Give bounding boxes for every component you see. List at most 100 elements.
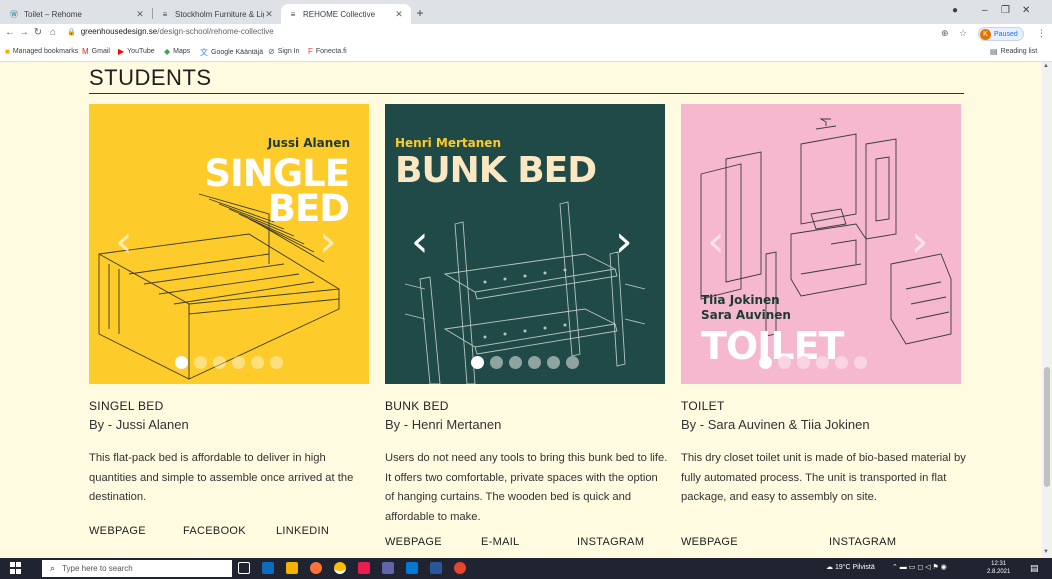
carousel-next-icon[interactable]: › [911,216,929,267]
bookmark-youtube[interactable]: ▶ YouTube [118,47,155,56]
carousel-dot-active[interactable] [471,356,484,369]
carousel-dot-active[interactable] [759,356,772,369]
bookmark-signin[interactable]: ⊘ Sign In [268,47,300,56]
reading-list-button[interactable]: ▤ Reading list [990,47,1037,56]
bookmark-label: Maps [173,48,191,55]
maximize-icon[interactable]: ❐ [1001,5,1010,16]
site-favicon-icon: ≡ [162,9,168,19]
card-image-single-bed[interactable]: Jussi Alanen SINGLE BED ‹ › [89,104,369,384]
carousel-prev-icon[interactable]: ‹ [411,216,429,267]
bookmark-star-icon[interactable]: ☆ [959,28,967,39]
carousel-prev-icon[interactable]: ‹ [707,216,725,267]
carousel-next-icon[interactable]: › [615,216,633,267]
carousel-dot[interactable] [509,356,522,369]
carousel-dot[interactable] [566,356,579,369]
carousel-dot-active[interactable] [175,356,188,369]
close-window-icon[interactable]: ✕ [1022,5,1030,16]
carousel-dot[interactable] [835,356,848,369]
bookmark-fonecta[interactable]: F Fonecta.fi [308,47,347,56]
close-tab-icon[interactable]: ✕ [135,9,145,20]
notifications-icon[interactable]: ▤ [1030,563,1039,574]
email-link[interactable]: E-MAIL [481,536,519,548]
back-icon[interactable]: ← [4,27,16,38]
bookmark-label: YouTube [127,48,155,55]
gmail-icon: M [82,47,89,56]
image-author-line: Tiia Jokinen [701,293,780,307]
home-icon[interactable]: ⌂ [47,27,59,38]
carousel-dot[interactable] [854,356,867,369]
carousel-dot[interactable] [490,356,503,369]
forward-icon[interactable]: → [18,27,30,38]
bookmark-translate[interactable]: 文 Google Kääntäjä [200,47,263,58]
new-tab-button[interactable]: + [413,6,427,20]
windows-taskbar: ⌕ Type here to search ☁ 19°C Pilvistä ⌃ … [0,558,1052,579]
firefox-icon[interactable] [310,562,322,574]
carousel-dot[interactable] [816,356,829,369]
carousel-dot[interactable] [528,356,541,369]
carousel-dot[interactable] [270,356,283,369]
card-image-bunk-bed[interactable]: Henri Mertanen BUNK BED ‹ › [385,104,665,384]
carousel-dot[interactable] [213,356,226,369]
bookmark-maps[interactable]: ◆ Maps [164,47,190,56]
reload-icon[interactable]: ↻ [32,27,44,38]
taskbar-search[interactable]: ⌕ Type here to search [42,560,232,577]
carousel-dot[interactable] [778,356,791,369]
wordpress-icon: Ⓦ [10,9,18,19]
bookmark-label: Google Kääntäjä [211,49,264,56]
menu-dots-icon[interactable]: ⋮ [1037,28,1046,39]
outlook-icon[interactable] [262,562,274,574]
chrome-icon[interactable] [334,562,346,574]
file-explorer-icon[interactable] [286,562,298,574]
profile-button[interactable]: K Paused [978,27,1024,41]
carousel-prev-icon[interactable]: ‹ [115,216,133,267]
card-image-title: BUNK BED [395,150,597,191]
bookmark-gmail[interactable]: M Gmail [82,47,110,56]
store-icon[interactable] [406,562,418,574]
tab-stockholm-furniture[interactable]: ≡ Stockholm Furniture & Light Fai ✕ [153,4,281,24]
app-icon[interactable] [454,562,466,574]
facebook-link[interactable]: FACEBOOK [183,525,246,537]
card-image-toilet[interactable]: Tiia Jokinen Sara Auvinen TOILET ‹ › [681,104,961,384]
carousel-dot[interactable] [547,356,560,369]
carousel-dot[interactable] [251,356,264,369]
carousel-dot[interactable] [194,356,207,369]
carousel-dot[interactable] [797,356,810,369]
tab-search-icon[interactable]: ● [952,5,958,16]
app-icon[interactable] [358,562,370,574]
url-host: greenhousedesign.se [80,27,158,36]
zoom-icon[interactable]: ⊕ [941,28,949,39]
tab-rehome-collective[interactable]: ≡ REHOME Collective ✕ [281,4,411,24]
task-view-icon[interactable] [238,562,250,574]
close-tab-icon[interactable]: ✕ [394,9,404,20]
bookmark-label: Gmail [91,48,110,55]
webpage-link[interactable]: WEBPAGE [385,536,442,548]
signin-icon: ⊘ [268,47,275,56]
close-tab-icon[interactable]: ✕ [264,9,274,20]
taskbar-clock[interactable]: 12:31 2.8.2021 [987,560,1010,576]
system-tray-icons[interactable]: ⌃ ▬ ▭ ◻ ◁ ⚑ ◉ [892,563,947,571]
reading-list-label: Reading list [1000,48,1038,55]
image-title-line: SINGLE [204,152,350,195]
address-bar[interactable]: 🔒 greenhousedesign.se/design-school/reho… [67,27,274,36]
instagram-link[interactable]: INSTAGRAM [829,536,896,548]
card-description: Users do not need any tools to bring thi… [385,452,668,523]
carousel-next-icon[interactable]: › [319,216,337,267]
page-scrollbar[interactable]: ▲ ▼ [1042,62,1052,558]
teams-icon[interactable] [382,562,394,574]
webpage-link[interactable]: WEBPAGE [681,536,738,548]
scrollbar-thumb[interactable] [1044,367,1050,487]
windows-start-icon[interactable] [10,562,22,574]
scroll-down-icon[interactable]: ▼ [1043,549,1049,555]
weather-widget[interactable]: ☁ 19°C Pilvistä [826,563,875,571]
linkedin-link[interactable]: LINKEDIN [276,525,329,537]
instagram-link[interactable]: INSTAGRAM [577,536,644,548]
site-favicon-icon: ≡ [290,9,296,19]
webpage-link[interactable]: WEBPAGE [89,525,146,537]
carousel-dot[interactable] [232,356,245,369]
scroll-up-icon[interactable]: ▲ [1043,63,1049,69]
minimize-icon[interactable]: – [982,5,988,16]
tab-toilet-rehome[interactable]: Ⓦ Toilet – Rehome ✕ [2,4,152,24]
bookmark-managed[interactable]: ■ Managed bookmarks [5,47,78,56]
translate-icon: 文 [200,48,208,57]
word-icon[interactable] [430,562,442,574]
